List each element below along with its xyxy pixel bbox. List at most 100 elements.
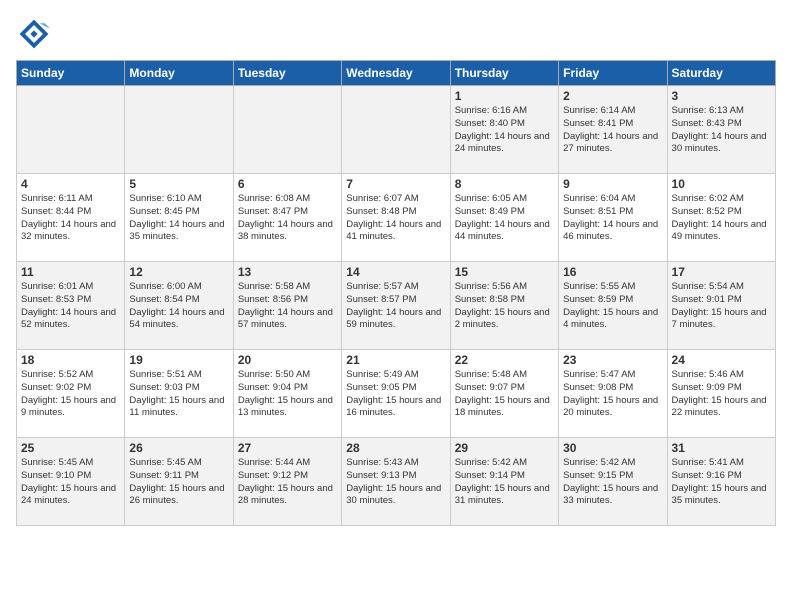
cell-details: Sunrise: 5:48 AMSunset: 9:07 PMDaylight:… xyxy=(455,369,554,420)
calendar-cell: 21 Sunrise: 5:49 AMSunset: 9:05 PMDayligh… xyxy=(342,350,450,438)
cell-details: Sunrise: 6:01 AMSunset: 8:53 PMDaylight:… xyxy=(21,281,120,332)
calendar-cell: 4 Sunrise: 6:11 AMSunset: 8:44 PMDaylight… xyxy=(17,174,125,262)
calendar-cell: 17 Sunrise: 5:54 AMSunset: 9:01 PMDayligh… xyxy=(667,262,775,350)
logo xyxy=(16,16,56,52)
day-header-sunday: Sunday xyxy=(17,61,125,86)
day-header-saturday: Saturday xyxy=(667,61,775,86)
cell-details: Sunrise: 6:16 AMSunset: 8:40 PMDaylight:… xyxy=(455,105,554,156)
cell-details: Sunrise: 6:08 AMSunset: 8:47 PMDaylight:… xyxy=(238,193,337,244)
cell-details: Sunrise: 5:49 AMSunset: 9:05 PMDaylight:… xyxy=(346,369,445,420)
cell-details: Sunrise: 5:46 AMSunset: 9:09 PMDaylight:… xyxy=(672,369,771,420)
cell-details: Sunrise: 5:56 AMSunset: 8:58 PMDaylight:… xyxy=(455,281,554,332)
cell-details: Sunrise: 6:11 AMSunset: 8:44 PMDaylight:… xyxy=(21,193,120,244)
cell-details: Sunrise: 6:14 AMSunset: 8:41 PMDaylight:… xyxy=(563,105,662,156)
calendar-cell: 24 Sunrise: 5:46 AMSunset: 9:09 PMDayligh… xyxy=(667,350,775,438)
cell-details: Sunrise: 6:04 AMSunset: 8:51 PMDaylight:… xyxy=(563,193,662,244)
day-number: 30 xyxy=(563,441,662,455)
calendar-cell: 27 Sunrise: 5:44 AMSunset: 9:12 PMDayligh… xyxy=(233,438,341,526)
day-header-monday: Monday xyxy=(125,61,233,86)
day-number: 8 xyxy=(455,177,554,191)
day-number: 21 xyxy=(346,353,445,367)
day-number: 1 xyxy=(455,89,554,103)
calendar-cell: 31 Sunrise: 5:41 AMSunset: 9:16 PMDayligh… xyxy=(667,438,775,526)
day-number: 25 xyxy=(21,441,120,455)
cell-details: Sunrise: 5:41 AMSunset: 9:16 PMDaylight:… xyxy=(672,457,771,508)
cell-details: Sunrise: 5:42 AMSunset: 9:15 PMDaylight:… xyxy=(563,457,662,508)
calendar-cell: 3 Sunrise: 6:13 AMSunset: 8:43 PMDaylight… xyxy=(667,86,775,174)
day-header-tuesday: Tuesday xyxy=(233,61,341,86)
day-number: 16 xyxy=(563,265,662,279)
calendar-cell xyxy=(233,86,341,174)
cell-details: Sunrise: 5:44 AMSunset: 9:12 PMDaylight:… xyxy=(238,457,337,508)
calendar-cell: 29Sunrise: 5:42 AMSunset: 9:14 PMDayligh… xyxy=(450,438,558,526)
day-number: 18 xyxy=(21,353,120,367)
calendar-cell: 15 Sunrise: 5:56 AMSunset: 8:58 PMDayligh… xyxy=(450,262,558,350)
calendar-cell xyxy=(342,86,450,174)
calendar-cell: 22 Sunrise: 5:48 AMSunset: 9:07 PMDayligh… xyxy=(450,350,558,438)
day-header-wednesday: Wednesday xyxy=(342,61,450,86)
calendar-cell: 28 Sunrise: 5:43 AMSunset: 9:13 PMDayligh… xyxy=(342,438,450,526)
cell-details: Sunrise: 5:47 AMSunset: 9:08 PMDaylight:… xyxy=(563,369,662,420)
calendar-cell: 25 Sunrise: 5:45 AMSunset: 9:10 PMDayligh… xyxy=(17,438,125,526)
day-number: 24 xyxy=(672,353,771,367)
calendar-table: SundayMondayTuesdayWednesdayThursdayFrid… xyxy=(16,60,776,526)
logo-icon xyxy=(16,16,52,52)
cell-details: Sunrise: 5:52 AMSunset: 9:02 PMDaylight:… xyxy=(21,369,120,420)
day-number: 13 xyxy=(238,265,337,279)
day-number: 27 xyxy=(238,441,337,455)
day-number: 2 xyxy=(563,89,662,103)
cell-details: Sunrise: 6:05 AMSunset: 8:49 PMDaylight:… xyxy=(455,193,554,244)
day-number: 28 xyxy=(346,441,445,455)
day-header-thursday: Thursday xyxy=(450,61,558,86)
cell-details: Sunrise: 6:07 AMSunset: 8:48 PMDaylight:… xyxy=(346,193,445,244)
day-number: 7 xyxy=(346,177,445,191)
cell-details: Sunrise: 5:54 AMSunset: 9:01 PMDaylight:… xyxy=(672,281,771,332)
calendar-cell: 20 Sunrise: 5:50 AMSunset: 9:04 PMDayligh… xyxy=(233,350,341,438)
day-number: 22 xyxy=(455,353,554,367)
cell-details: Sunrise: 5:50 AMSunset: 9:04 PMDaylight:… xyxy=(238,369,337,420)
day-number: 15 xyxy=(455,265,554,279)
calendar-cell: 23 Sunrise: 5:47 AMSunset: 9:08 PMDayligh… xyxy=(559,350,667,438)
calendar-cell: 18 Sunrise: 5:52 AMSunset: 9:02 PMDayligh… xyxy=(17,350,125,438)
day-header-friday: Friday xyxy=(559,61,667,86)
calendar-cell: 2 Sunrise: 6:14 AMSunset: 8:41 PMDaylight… xyxy=(559,86,667,174)
calendar-cell: 14 Sunrise: 5:57 AMSunset: 8:57 PMDayligh… xyxy=(342,262,450,350)
page-header xyxy=(16,16,776,52)
cell-details: Sunrise: 6:10 AMSunset: 8:45 PMDaylight:… xyxy=(129,193,228,244)
cell-details: Sunrise: 5:57 AMSunset: 8:57 PMDaylight:… xyxy=(346,281,445,332)
calendar-cell: 5Sunrise: 6:10 AMSunset: 8:45 PMDaylight… xyxy=(125,174,233,262)
day-number: 4 xyxy=(21,177,120,191)
cell-details: Sunrise: 5:58 AMSunset: 8:56 PMDaylight:… xyxy=(238,281,337,332)
cell-details: Sunrise: 6:02 AMSunset: 8:52 PMDaylight:… xyxy=(672,193,771,244)
day-number: 10 xyxy=(672,177,771,191)
calendar-cell: 7 Sunrise: 6:07 AMSunset: 8:48 PMDaylight… xyxy=(342,174,450,262)
day-number: 6 xyxy=(238,177,337,191)
day-number: 31 xyxy=(672,441,771,455)
calendar-cell: 19 Sunrise: 5:51 AMSunset: 9:03 PMDayligh… xyxy=(125,350,233,438)
day-number: 17 xyxy=(672,265,771,279)
calendar-cell: 13 Sunrise: 5:58 AMSunset: 8:56 PMDayligh… xyxy=(233,262,341,350)
calendar-cell: 9 Sunrise: 6:04 AMSunset: 8:51 PMDaylight… xyxy=(559,174,667,262)
day-number: 20 xyxy=(238,353,337,367)
day-number: 23 xyxy=(563,353,662,367)
calendar-cell: 12 Sunrise: 6:00 AMSunset: 8:54 PMDayligh… xyxy=(125,262,233,350)
cell-details: Sunrise: 5:43 AMSunset: 9:13 PMDaylight:… xyxy=(346,457,445,508)
calendar-cell: 8 Sunrise: 6:05 AMSunset: 8:49 PMDaylight… xyxy=(450,174,558,262)
cell-details: Sunrise: 6:13 AMSunset: 8:43 PMDaylight:… xyxy=(672,105,771,156)
calendar-cell xyxy=(125,86,233,174)
calendar-cell: 10 Sunrise: 6:02 AMSunset: 8:52 PMDayligh… xyxy=(667,174,775,262)
cell-details: Sunrise: 5:45 AMSunset: 9:11 PMDaylight:… xyxy=(129,457,228,508)
day-number: 26 xyxy=(129,441,228,455)
calendar-cell xyxy=(17,86,125,174)
day-number: 19 xyxy=(129,353,228,367)
day-number: 14 xyxy=(346,265,445,279)
cell-details: Sunrise: 5:45 AMSunset: 9:10 PMDaylight:… xyxy=(21,457,120,508)
day-number: 3 xyxy=(672,89,771,103)
cell-details: Sunrise: 6:00 AMSunset: 8:54 PMDaylight:… xyxy=(129,281,228,332)
cell-details: Sunrise: 5:55 AMSunset: 8:59 PMDaylight:… xyxy=(563,281,662,332)
calendar-cell: 30 Sunrise: 5:42 AMSunset: 9:15 PMDayligh… xyxy=(559,438,667,526)
day-number: 12 xyxy=(129,265,228,279)
cell-details: Sunrise: 5:51 AMSunset: 9:03 PMDaylight:… xyxy=(129,369,228,420)
calendar-cell: 16 Sunrise: 5:55 AMSunset: 8:59 PMDayligh… xyxy=(559,262,667,350)
day-number: 9 xyxy=(563,177,662,191)
